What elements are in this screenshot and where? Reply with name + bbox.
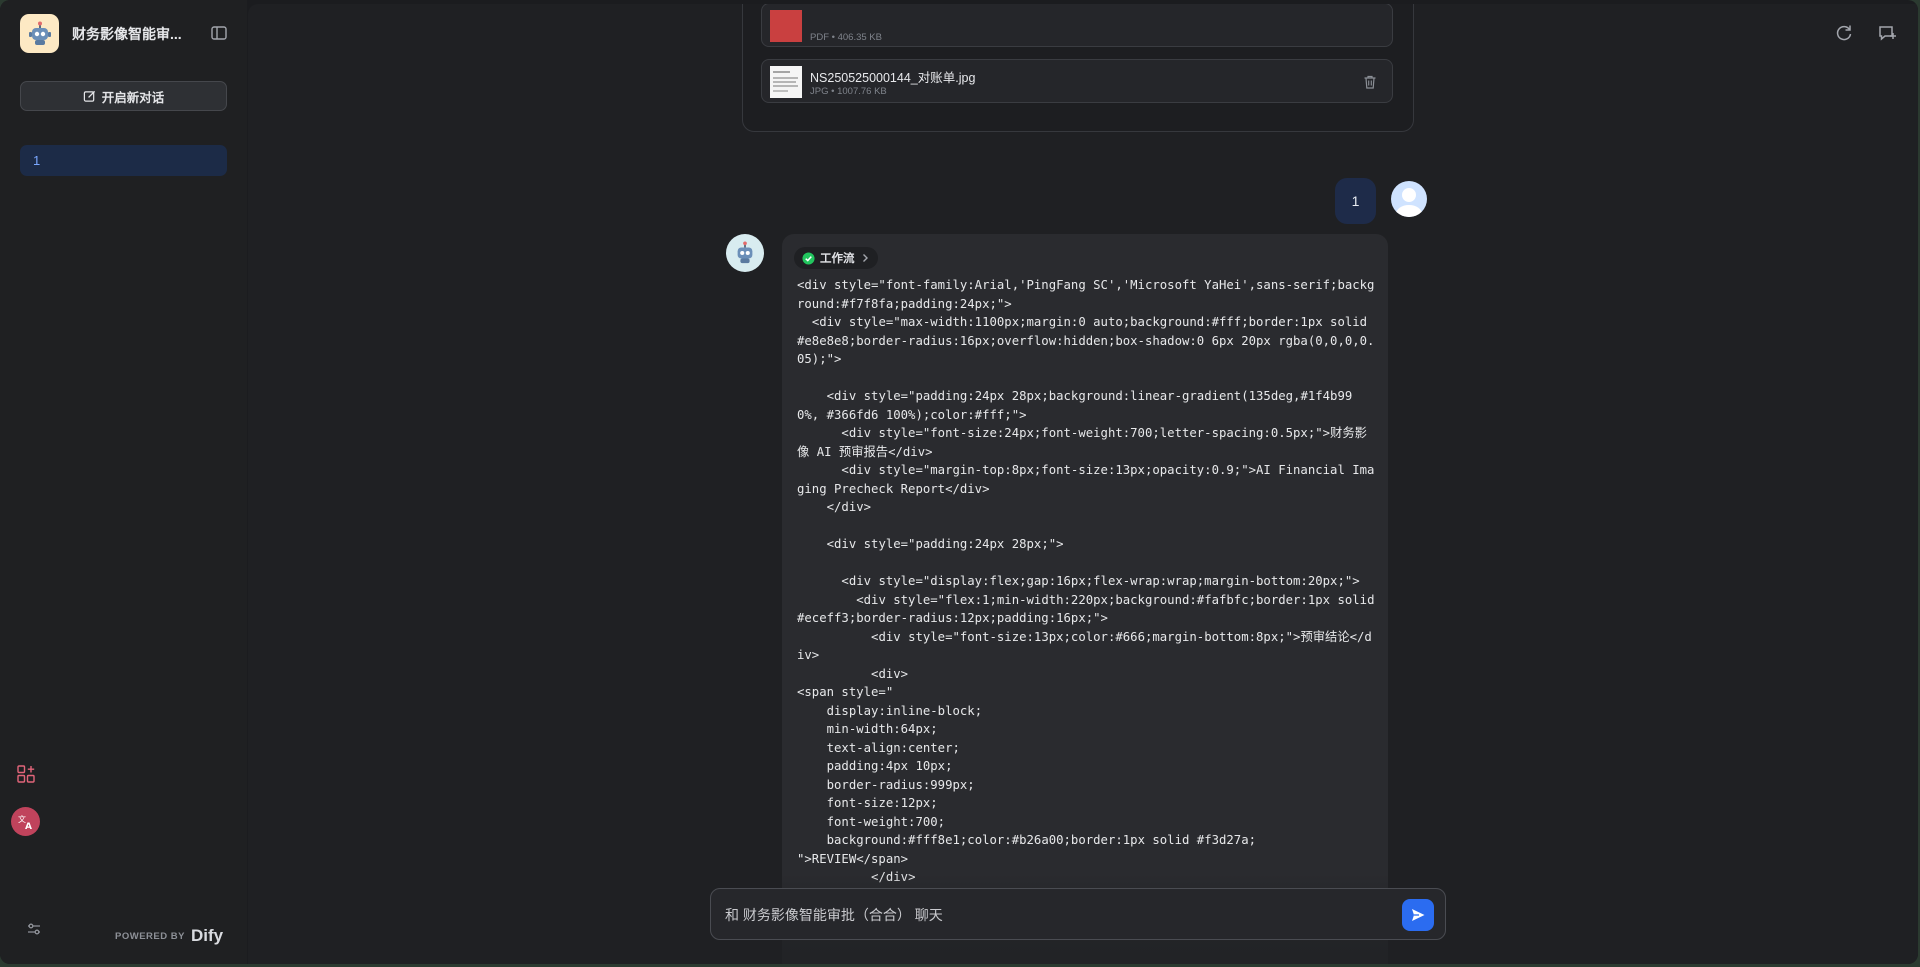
bot-answer: 工作流 <div style="font-family:Arial,'PingF…: [782, 234, 1388, 964]
sidebar-collapse-icon[interactable]: [210, 24, 228, 42]
send-button[interactable]: [1402, 899, 1434, 931]
workflow-label: 工作流: [820, 253, 855, 265]
dify-logo[interactable]: Dify: [191, 926, 223, 946]
workflow-toggle[interactable]: 工作流: [794, 247, 878, 269]
language-icon[interactable]: 文 A: [11, 807, 40, 836]
user-message-text: 1: [1351, 193, 1360, 209]
file-meta: PDF • 406.35 KB: [810, 32, 882, 43]
trash-icon[interactable]: [1362, 74, 1378, 90]
send-icon: [1412, 909, 1425, 921]
conversation-label: 1: [33, 153, 41, 168]
user-avatar: [1391, 181, 1427, 217]
app-window: 财务影像智能审... 开启新对话 1 文 A POWERED BY Dify P…: [0, 0, 1918, 964]
robot-icon: [737, 241, 753, 264]
chat-main: PDF • 406.35 KB NS250525000144_对账单.jpg J…: [248, 4, 1918, 964]
chat-input[interactable]: [723, 903, 1387, 927]
file-item[interactable]: NS250525000144_对账单.jpg JPG • 1007.76 KB: [761, 59, 1393, 103]
app-title: 财务影像智能审...: [72, 26, 182, 42]
user-message: 1: [1335, 178, 1376, 224]
bot-avatar: [726, 234, 764, 272]
powered-by: POWERED BY Dify: [115, 926, 223, 946]
new-chat-label: 开启新对话: [101, 90, 165, 105]
powered-by-label: POWERED BY: [115, 930, 185, 942]
conversation-item[interactable]: 1: [20, 145, 227, 176]
chevron-right-icon: [862, 254, 868, 262]
sidebar: 财务影像智能审... 开启新对话 1 文 A POWERED BY Dify: [0, 0, 247, 964]
edit-icon: [83, 90, 95, 102]
new-chat-button[interactable]: 开启新对话: [20, 81, 227, 111]
settings-sliders-icon[interactable]: [26, 921, 42, 937]
svg-text:A: A: [25, 822, 32, 831]
chat-input-box[interactable]: [710, 888, 1446, 940]
file-name: NS250525000144_对账单.jpg: [810, 71, 976, 85]
pdf-icon: [770, 10, 802, 42]
file-item[interactable]: PDF • 406.35 KB: [761, 4, 1393, 47]
file-attachments: PDF • 406.35 KB NS250525000144_对账单.jpg J…: [742, 4, 1414, 132]
refresh-icon[interactable]: [1834, 23, 1854, 43]
robot-icon: [20, 14, 59, 53]
apps-icon[interactable]: [16, 764, 36, 784]
check-circle-icon: [802, 251, 815, 265]
image-thumbnail: [770, 66, 802, 98]
new-conversation-icon[interactable]: [1877, 23, 1897, 43]
answer-code-text: <div style="font-family:Arial,'PingFang …: [797, 278, 1375, 940]
file-meta: JPG • 1007.76 KB: [810, 86, 887, 97]
